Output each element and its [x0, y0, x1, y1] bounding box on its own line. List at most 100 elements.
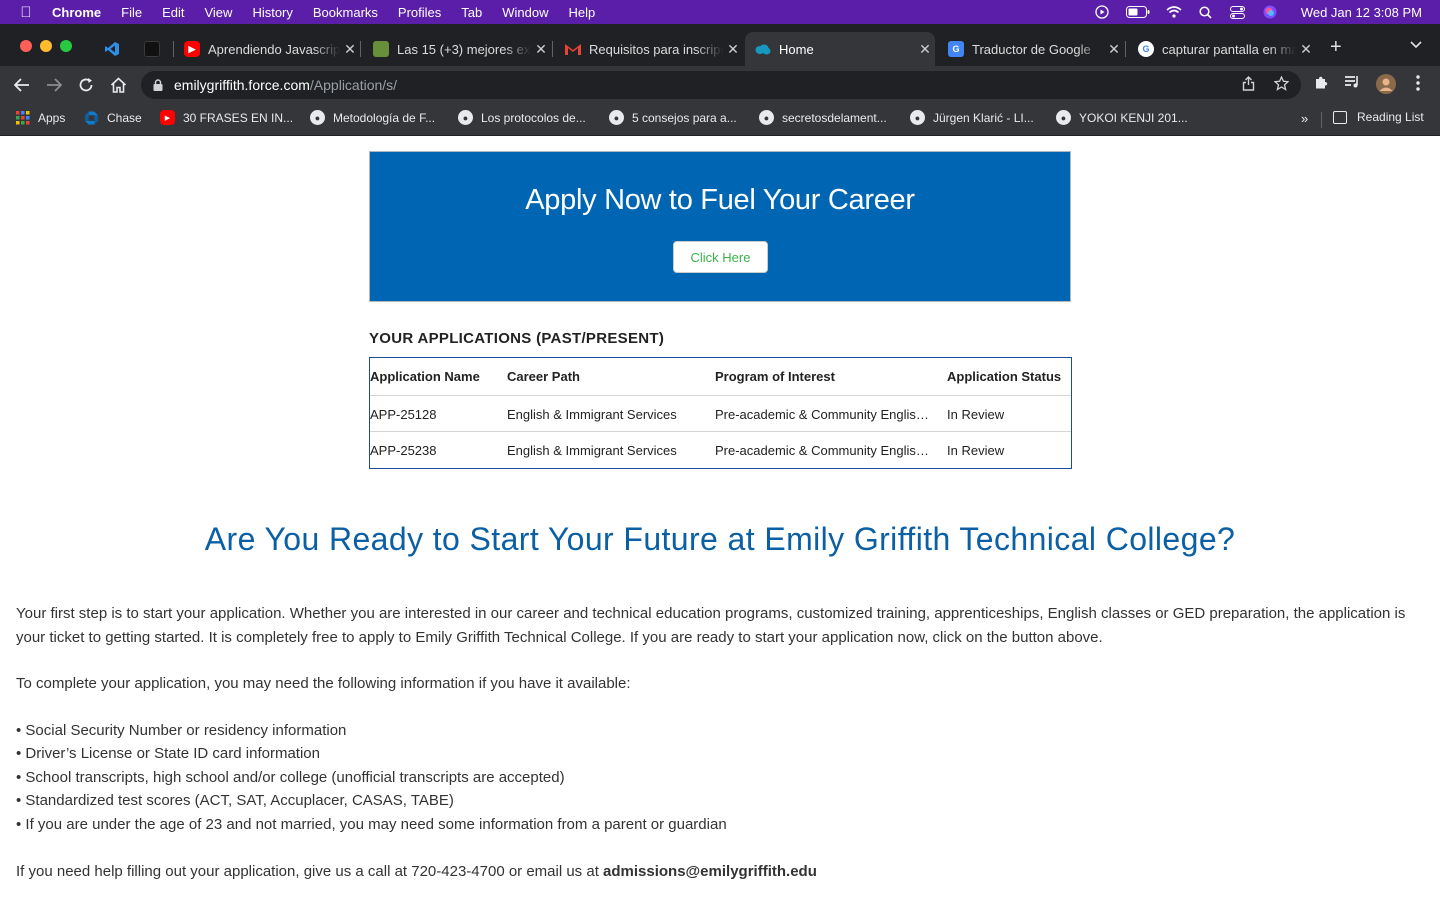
url-path: /Application/s/	[309, 77, 398, 93]
table-row[interactable]: APP-25128 English & Immigrant Services P…	[370, 395, 1071, 432]
bookmark-secretos[interactable]: ● secretosdelament...	[759, 110, 887, 125]
forward-button[interactable]	[43, 74, 65, 96]
close-tab-icon[interactable]: ✕	[531, 41, 551, 58]
bookmark-30-frases[interactable]: ▶ 30 FRASES EN IN...	[160, 110, 293, 125]
site-favicon-icon	[373, 41, 389, 57]
close-window-button[interactable]	[20, 40, 32, 52]
intro-paragraph: Your first step is to start your applica…	[16, 605, 1406, 646]
extensions-puzzle-icon[interactable]	[1314, 75, 1329, 94]
application-name-link[interactable]: APP-25128	[370, 407, 437, 422]
column-header-career-path[interactable]: Career Path	[507, 369, 580, 384]
program-cell: Pre-academic & Community English Languag…	[715, 406, 933, 422]
requirements-intro: To complete your application, you may ne…	[16, 675, 631, 692]
menu-help[interactable]: Help	[569, 5, 596, 20]
menu-bookmarks[interactable]: Bookmarks	[313, 5, 378, 20]
contact-paragraph: If you need help filling out your applic…	[16, 860, 1426, 884]
zoom-window-button[interactable]	[60, 40, 72, 52]
bookmark-chase[interactable]: Chase	[84, 110, 142, 125]
table-header-row: Application Name Career Path Program of …	[370, 358, 1071, 395]
google-icon: G	[1138, 41, 1154, 57]
career-path-cell: English & Immigrant Services	[507, 406, 677, 422]
menu-app-name[interactable]: Chrome	[52, 5, 101, 20]
status-cell: In Review	[947, 406, 1005, 422]
applications-table: Application Name Career Path Program of …	[369, 357, 1072, 469]
minimize-window-button[interactable]	[40, 40, 52, 52]
more-bookmarks-chevron-icon[interactable]: »	[1301, 111, 1308, 126]
admissions-email-link[interactable]: admissions@emilygriffith.edu	[603, 863, 817, 880]
browser-toolbar: emilygriffith.force.com/Application/s/	[0, 66, 1440, 104]
pinned-tab-blank[interactable]	[134, 32, 172, 66]
menu-tab[interactable]: Tab	[461, 5, 482, 20]
bookmark-label: 5 consejos para a...	[632, 110, 737, 125]
close-tab-icon[interactable]: ✕	[1296, 41, 1316, 58]
application-name-link[interactable]: APP-25238	[370, 443, 437, 458]
home-button[interactable]	[107, 74, 129, 96]
requirements-list: • Social Security Number or residency in…	[16, 719, 727, 836]
pinned-tab-vscode[interactable]	[94, 32, 132, 66]
close-tab-icon[interactable]: ✕	[915, 41, 935, 58]
battery-icon[interactable]	[1125, 5, 1151, 19]
tab-aprendiendo-javascript[interactable]: ▶ Aprendiendo Javascript ✕	[174, 32, 360, 66]
url-text[interactable]: emilygriffith.force.com/Application/s/	[174, 77, 397, 93]
bookmark-5-consejos[interactable]: ● 5 consejos para a...	[609, 110, 737, 125]
siri-icon[interactable]	[1261, 5, 1279, 19]
vscode-icon	[104, 41, 120, 57]
bookmark-label: Apps	[38, 110, 66, 125]
menu-file[interactable]: File	[121, 5, 142, 20]
back-button[interactable]	[11, 74, 33, 96]
bookmark-star-icon[interactable]	[1273, 75, 1290, 94]
bookmark-apps[interactable]: Apps	[15, 110, 65, 125]
new-tab-button[interactable]: +	[1330, 36, 1342, 59]
close-tab-icon[interactable]: ✕	[723, 41, 743, 58]
tab-las-15-mejores[interactable]: Las 15 (+3) mejores extensiones ✕	[363, 32, 551, 66]
list-item: • Standardized test scores (ACT, SAT, Ac…	[16, 792, 454, 810]
applications-section-title: YOUR APPLICATIONS (PAST/PRESENT)	[369, 330, 665, 347]
contact-text: If you need help filling out your applic…	[16, 863, 604, 880]
tab-title: Las 15 (+3) mejores extensiones	[397, 41, 531, 57]
menu-profiles[interactable]: Profiles	[398, 5, 441, 20]
tab-home-active[interactable]: Home ✕	[745, 32, 935, 66]
reading-list-button[interactable]: Reading List	[1333, 110, 1424, 124]
wifi-icon[interactable]	[1165, 5, 1183, 19]
click-here-button[interactable]: Click Here	[673, 241, 768, 273]
menu-clock[interactable]: Wed Jan 12 3:08 PM	[1301, 5, 1422, 20]
close-tab-icon[interactable]: ✕	[1104, 41, 1124, 58]
more-options-icon[interactable]	[1416, 75, 1420, 95]
reload-button[interactable]	[75, 74, 97, 96]
bookmark-metodologia[interactable]: ● Metodología de F...	[310, 110, 435, 125]
table-row[interactable]: APP-25238 English & Immigrant Services P…	[370, 431, 1071, 468]
globe-icon: ●	[1056, 110, 1071, 125]
share-icon[interactable]	[1242, 76, 1255, 94]
youtube-icon: ▶	[184, 41, 200, 57]
youtube-icon: ▶	[160, 110, 175, 125]
globe-icon: ●	[310, 110, 325, 125]
bookmark-jurgen-klaric[interactable]: ● Jürgen Klarić - LI...	[910, 110, 1034, 125]
column-header-program[interactable]: Program of Interest	[715, 369, 933, 384]
bookmark-yokoi-kenji[interactable]: ● YOKOI KENJI 201...	[1056, 110, 1188, 125]
column-header-application-name[interactable]: Application Name	[370, 369, 480, 384]
bookmark-label: Jürgen Klarić - LI...	[933, 110, 1034, 125]
lock-icon[interactable]	[153, 78, 163, 91]
control-center-icon[interactable]	[1229, 5, 1247, 19]
bookmark-protocolos[interactable]: ● Los protocolos de...	[458, 110, 586, 125]
tab-traductor-google[interactable]: G Traductor de Google ✕	[938, 32, 1124, 66]
apply-now-banner: Apply Now to Fuel Your Career Click Here	[369, 151, 1071, 302]
menu-history[interactable]: History	[252, 5, 292, 20]
column-header-status[interactable]: Application Status	[947, 369, 1061, 384]
media-control-icon[interactable]	[1344, 75, 1361, 93]
tab-search-chevron-icon[interactable]	[1410, 38, 1422, 52]
tab-requisitos-inscripcion[interactable]: Requisitos para inscripción ✕	[555, 32, 743, 66]
screen-record-icon[interactable]	[1093, 5, 1111, 19]
menu-window[interactable]: Window	[502, 5, 548, 20]
tab-title: Home	[779, 41, 814, 57]
menu-view[interactable]: View	[204, 5, 232, 20]
address-bar[interactable]: emilygriffith.force.com/Application/s/	[141, 71, 1301, 99]
bookmark-label: Metodología de F...	[333, 110, 436, 125]
close-tab-icon[interactable]: ✕	[340, 41, 360, 58]
profile-avatar[interactable]	[1376, 74, 1396, 98]
apple-menu-icon[interactable]: 	[0, 4, 52, 21]
spotlight-search-icon[interactable]	[1197, 5, 1215, 19]
tab-capturar-pantalla[interactable]: G capturar pantalla en mac ✕	[1128, 32, 1316, 66]
menu-edit[interactable]: Edit	[162, 5, 184, 20]
list-item: • Driver’s License or State ID card info…	[16, 745, 320, 763]
